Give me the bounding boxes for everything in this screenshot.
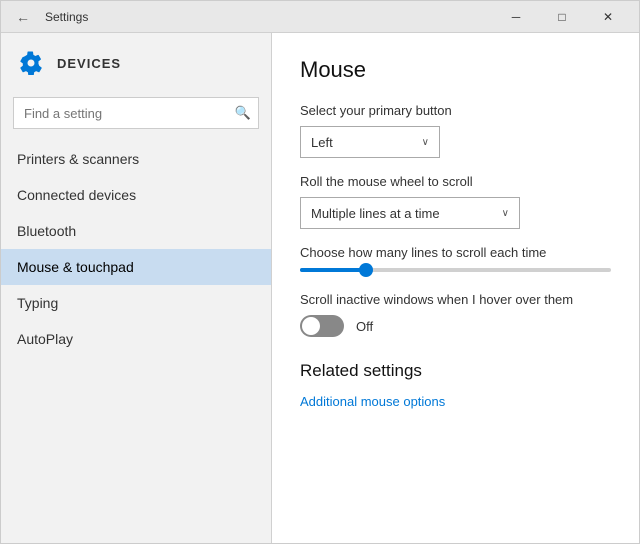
sidebar-title: DEVICES: [57, 56, 121, 71]
scroll-inactive-toggle[interactable]: [300, 315, 344, 337]
related-settings-title: Related settings: [300, 361, 611, 381]
scroll-row: Roll the mouse wheel to scroll Multiple …: [300, 174, 611, 229]
sidebar-item-typing[interactable]: Typing: [1, 285, 271, 321]
back-icon: ←: [16, 9, 30, 25]
toggle-row: Off: [300, 315, 611, 337]
primary-button-label: Select your primary button: [300, 103, 611, 118]
content-area: Mouse Select your primary button Left ∨ …: [272, 33, 639, 543]
titlebar-left: ← Settings: [9, 3, 88, 31]
search-container: 🔍: [13, 97, 259, 129]
sidebar-item-bluetooth[interactable]: Bluetooth: [1, 213, 271, 249]
nav-list: Printers & scanners Connected devices Bl…: [1, 141, 271, 357]
back-button[interactable]: ←: [9, 3, 37, 31]
additional-mouse-options-link[interactable]: Additional mouse options: [300, 394, 445, 409]
slider-fill: [300, 268, 362, 272]
lines-slider-section: Choose how many lines to scroll each tim…: [300, 245, 611, 272]
scroll-dropdown[interactable]: Multiple lines at a time ∨: [300, 197, 520, 229]
maximize-button[interactable]: □: [539, 1, 585, 33]
titlebar: ← Settings ─ □ ✕: [1, 1, 639, 33]
window-title: Settings: [45, 10, 88, 24]
window: ← Settings ─ □ ✕ DEVICES: [0, 0, 640, 544]
scroll-label: Roll the mouse wheel to scroll: [300, 174, 611, 189]
toggle-knob: [302, 317, 320, 335]
sidebar-header: DEVICES: [1, 33, 271, 93]
gear-icon: [17, 49, 45, 77]
sidebar-item-connected[interactable]: Connected devices: [1, 177, 271, 213]
sidebar-item-printers[interactable]: Printers & scanners: [1, 141, 271, 177]
primary-button-value: Left: [311, 135, 333, 150]
lines-label: Choose how many lines to scroll each tim…: [300, 245, 611, 260]
search-icon: 🔍: [235, 105, 251, 121]
minimize-button[interactable]: ─: [493, 1, 539, 33]
close-button[interactable]: ✕: [585, 1, 631, 33]
primary-button-row: Select your primary button Left ∨: [300, 103, 611, 158]
main-content: DEVICES 🔍 Printers & scanners Connected …: [1, 33, 639, 543]
page-title: Mouse: [300, 57, 611, 83]
scroll-value: Multiple lines at a time: [311, 206, 440, 221]
scroll-dropdown-arrow-icon: ∨: [502, 208, 509, 219]
sidebar-item-autoplay[interactable]: AutoPlay: [1, 321, 271, 357]
toggle-state-label: Off: [356, 319, 373, 334]
titlebar-controls: ─ □ ✕: [493, 1, 631, 33]
sidebar-item-mouse[interactable]: Mouse & touchpad: [1, 249, 271, 285]
scroll-inactive-label: Scroll inactive windows when I hover ove…: [300, 292, 611, 307]
primary-button-arrow-icon: ∨: [422, 137, 429, 148]
search-input[interactable]: [13, 97, 259, 129]
slider-track: [300, 268, 611, 272]
slider-thumb[interactable]: [359, 263, 373, 277]
sidebar: DEVICES 🔍 Printers & scanners Connected …: [1, 33, 271, 543]
primary-button-dropdown[interactable]: Left ∨: [300, 126, 440, 158]
